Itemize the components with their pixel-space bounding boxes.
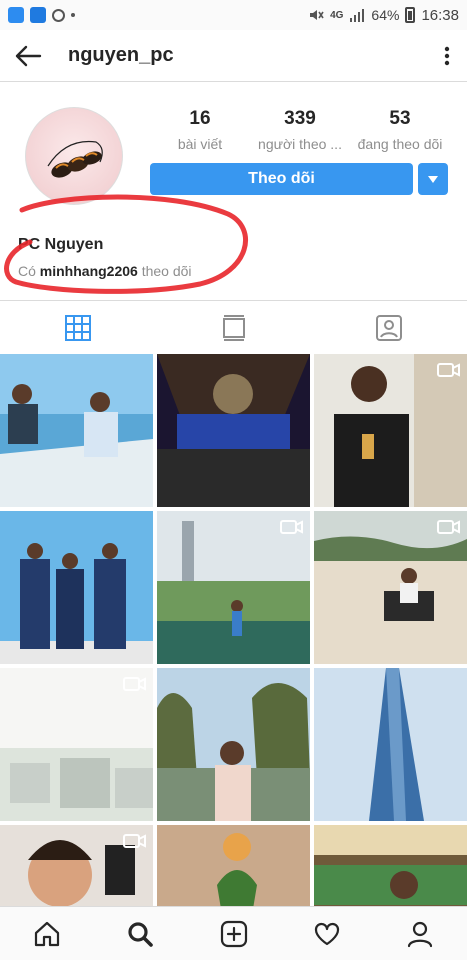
display-name: PC Nguyen — [18, 236, 104, 253]
video-icon — [280, 520, 303, 534]
nav-activity[interactable] — [280, 907, 373, 960]
video-icon — [123, 677, 146, 691]
tagged-icon — [376, 314, 403, 341]
profile-tabs — [0, 300, 467, 354]
video-icon — [123, 834, 146, 848]
back-button[interactable] — [0, 30, 56, 82]
feed-icon — [222, 314, 245, 341]
heart-icon — [314, 922, 340, 945]
following-stat[interactable]: 53 đang theo dõi — [350, 108, 450, 152]
video-icon — [437, 363, 460, 377]
suggested-accounts-button[interactable] — [418, 163, 448, 195]
post-thumbnail[interactable] — [314, 511, 467, 664]
clock: 16:38 — [421, 6, 459, 24]
profile-icon — [408, 921, 433, 947]
battery-percent: 64% — [371, 7, 400, 23]
nav-home[interactable] — [0, 907, 93, 960]
post-thumbnail[interactable] — [0, 354, 153, 507]
profile-section: 16 bài viết 339 người theo ... 53 đang t… — [0, 82, 467, 300]
post-image — [157, 354, 310, 507]
header-username: nguyen_pc — [68, 44, 174, 66]
notification-dot-icon — [71, 13, 75, 17]
post-thumbnail[interactable] — [314, 668, 467, 821]
status-bar: 4G 64% 16:38 — [0, 0, 467, 30]
post-thumbnail[interactable] — [314, 354, 467, 507]
followed-by-suffix: theo dõi — [141, 263, 192, 279]
search-icon — [128, 921, 153, 947]
followers-stat[interactable]: 339 người theo ... — [250, 108, 350, 152]
post-thumbnail[interactable] — [157, 511, 310, 664]
post-thumbnail[interactable] — [0, 511, 153, 664]
followed-by-prefix: Có — [18, 263, 36, 279]
avatar[interactable] — [25, 107, 123, 205]
arrow-left-icon — [15, 45, 42, 66]
following-count: 53 — [389, 108, 411, 129]
tab-grid[interactable] — [0, 301, 156, 354]
post-thumbnail[interactable] — [157, 825, 310, 906]
posts-label: bài viết — [177, 136, 223, 152]
post-image — [314, 825, 467, 906]
post-image — [0, 511, 153, 664]
follow-button[interactable]: Theo dõi — [150, 163, 413, 195]
more-vertical-icon — [444, 46, 450, 65]
post-image — [0, 354, 153, 507]
notification-circle-icon — [52, 8, 65, 22]
post-image — [314, 668, 467, 821]
followed-by-text: Có minhhang2206 theo dõi — [18, 263, 192, 279]
chevron-down-icon — [428, 175, 438, 183]
post-thumbnail[interactable] — [157, 354, 310, 507]
nav-profile[interactable] — [374, 907, 467, 960]
post-image — [157, 825, 310, 906]
posts-stat[interactable]: 16 bài viết — [150, 108, 250, 152]
post-thumbnail[interactable] — [0, 825, 153, 906]
mute-icon — [310, 10, 324, 20]
notification-app-icon — [30, 7, 46, 23]
post-thumbnail[interactable] — [157, 668, 310, 821]
options-menu-button[interactable] — [427, 30, 467, 82]
battery-icon — [405, 7, 416, 23]
photo-grid — [0, 354, 467, 906]
signal-icon — [350, 9, 365, 22]
nav-search[interactable] — [93, 907, 186, 960]
mutual-follower-link[interactable]: minhhang2206 — [40, 263, 138, 279]
tab-tagged[interactable] — [311, 301, 467, 354]
nav-add-post[interactable] — [187, 907, 280, 960]
profile-header: nguyen_pc — [0, 30, 467, 82]
tab-feed[interactable] — [156, 301, 312, 354]
home-icon — [34, 921, 59, 946]
network-type: 4G — [330, 9, 344, 21]
avatar-image — [47, 140, 103, 178]
following-label: đang theo dõi — [357, 136, 443, 152]
post-thumbnail[interactable] — [314, 825, 467, 906]
post-thumbnail[interactable] — [0, 668, 153, 821]
posts-count: 16 — [189, 108, 211, 129]
post-image — [157, 668, 310, 821]
followers-count: 339 — [284, 108, 316, 129]
grid-icon — [64, 314, 91, 341]
follow-actions: Theo dõi — [150, 163, 448, 195]
profile-stats: 16 bài viết 339 người theo ... 53 đang t… — [150, 108, 450, 152]
bottom-navigation — [0, 906, 467, 960]
video-icon — [437, 520, 460, 534]
add-post-icon — [220, 920, 247, 947]
notification-app-icon — [8, 7, 24, 23]
followers-label: người theo ... — [258, 136, 342, 152]
